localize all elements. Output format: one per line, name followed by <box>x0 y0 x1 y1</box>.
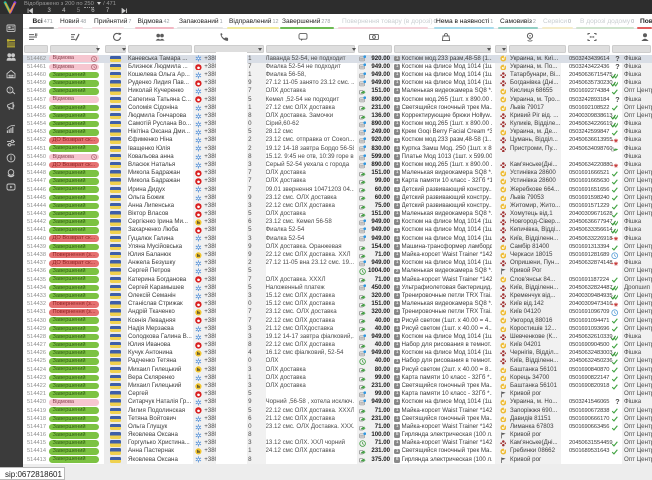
svg-text:?: ? <box>9 87 12 92</box>
